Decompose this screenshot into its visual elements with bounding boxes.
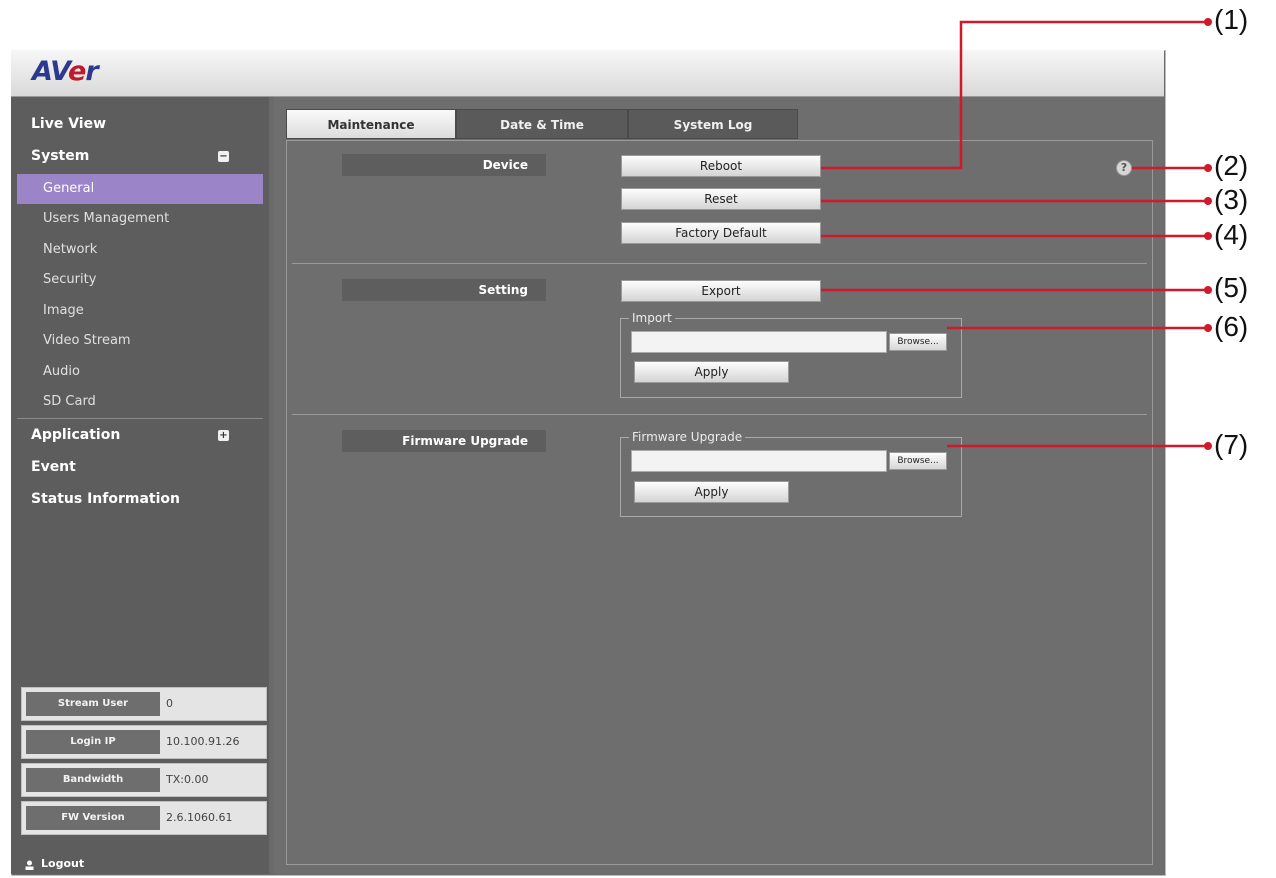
callout-label-5: (5) xyxy=(1214,272,1249,303)
section-divider xyxy=(292,263,1147,264)
nav-network[interactable]: Network xyxy=(17,235,263,265)
status-key: FW Version xyxy=(26,806,160,830)
callout-dot-1 xyxy=(1204,18,1212,26)
firmware-legend: Firmware Upgrade xyxy=(629,430,746,444)
aver-logo: AVer xyxy=(32,56,99,87)
status-value: 10.100.91.26 xyxy=(166,735,240,748)
top-bar xyxy=(11,50,1164,97)
nav-image[interactable]: Image xyxy=(17,296,263,326)
status-fw-version: FW Version 2.6.1060.61 xyxy=(21,801,267,835)
status-value: 0 xyxy=(166,697,173,710)
callout-dot-5 xyxy=(1204,286,1212,294)
tab-date-time[interactable]: Date & Time xyxy=(456,109,628,139)
nav-audio[interactable]: Audio xyxy=(17,357,263,387)
import-apply-button[interactable]: Apply xyxy=(634,361,789,383)
nav-users-management[interactable]: Users Management xyxy=(17,204,263,234)
collapse-icon[interactable]: − xyxy=(218,151,229,162)
firmware-browse-button[interactable]: Browse... xyxy=(889,452,947,470)
import-browse-button[interactable]: Browse... xyxy=(889,333,947,351)
section-divider xyxy=(292,414,1147,415)
callout-label-7: (7) xyxy=(1214,429,1249,460)
callout-label-4: (4) xyxy=(1214,219,1249,250)
firmware-file-input[interactable] xyxy=(631,450,887,472)
device-section-label: Device xyxy=(342,154,546,176)
nav-application[interactable]: Application xyxy=(31,427,120,443)
callout-dot-4 xyxy=(1204,232,1212,240)
callout-label-2: (2) xyxy=(1214,150,1249,181)
import-file-input[interactable] xyxy=(631,331,887,353)
setting-section-label: Setting xyxy=(342,279,546,301)
nav-video-stream[interactable]: Video Stream xyxy=(17,326,263,356)
callout-dot-3 xyxy=(1204,197,1212,205)
factory-default-button[interactable]: Factory Default xyxy=(621,222,821,244)
logout-button[interactable]: Logout xyxy=(21,857,267,873)
firmware-section-label: Firmware Upgrade xyxy=(342,430,546,452)
callout-dot-7 xyxy=(1204,442,1212,450)
export-button[interactable]: Export xyxy=(621,280,821,302)
help-icon[interactable]: ? xyxy=(1116,160,1132,176)
status-key: Bandwidth xyxy=(26,768,160,792)
firmware-apply-button[interactable]: Apply xyxy=(634,481,789,503)
tab-system-log[interactable]: System Log xyxy=(628,109,798,139)
nav-live-view[interactable]: Live View xyxy=(31,116,106,132)
nav-event[interactable]: Event xyxy=(31,459,76,475)
logout-label: Logout xyxy=(41,857,85,870)
status-stream-user: Stream User 0 xyxy=(21,687,267,721)
status-bandwidth: Bandwidth TX:0.00 xyxy=(21,763,267,797)
expand-icon[interactable]: + xyxy=(218,430,229,441)
nav-system[interactable]: System xyxy=(31,148,89,164)
import-fieldset xyxy=(620,318,962,398)
nav-general[interactable]: General xyxy=(17,174,263,204)
firmware-fieldset xyxy=(620,437,962,517)
callout-label-6: (6) xyxy=(1214,311,1249,342)
status-value: TX:0.00 xyxy=(166,773,209,786)
reboot-button[interactable]: Reboot xyxy=(621,155,821,177)
reset-button[interactable]: Reset xyxy=(621,188,821,210)
nav-sd-card[interactable]: SD Card xyxy=(17,387,263,417)
sidebar: Live View System − General Users Managem… xyxy=(11,97,269,874)
status-key: Login IP xyxy=(26,730,160,754)
status-value: 2.6.1060.61 xyxy=(166,811,233,824)
status-key: Stream User xyxy=(26,692,160,716)
nav-status-information[interactable]: Status Information xyxy=(31,491,180,507)
callout-label-1: (1) xyxy=(1214,4,1249,35)
nav-security[interactable]: Security xyxy=(17,265,263,295)
callout-dot-2 xyxy=(1204,164,1212,172)
tab-maintenance[interactable]: Maintenance xyxy=(286,109,456,139)
import-legend: Import xyxy=(629,311,675,325)
status-login-ip: Login IP 10.100.91.26 xyxy=(21,725,267,759)
callout-label-3: (3) xyxy=(1214,184,1249,215)
callout-dot-6 xyxy=(1204,324,1212,332)
user-icon xyxy=(25,860,34,870)
